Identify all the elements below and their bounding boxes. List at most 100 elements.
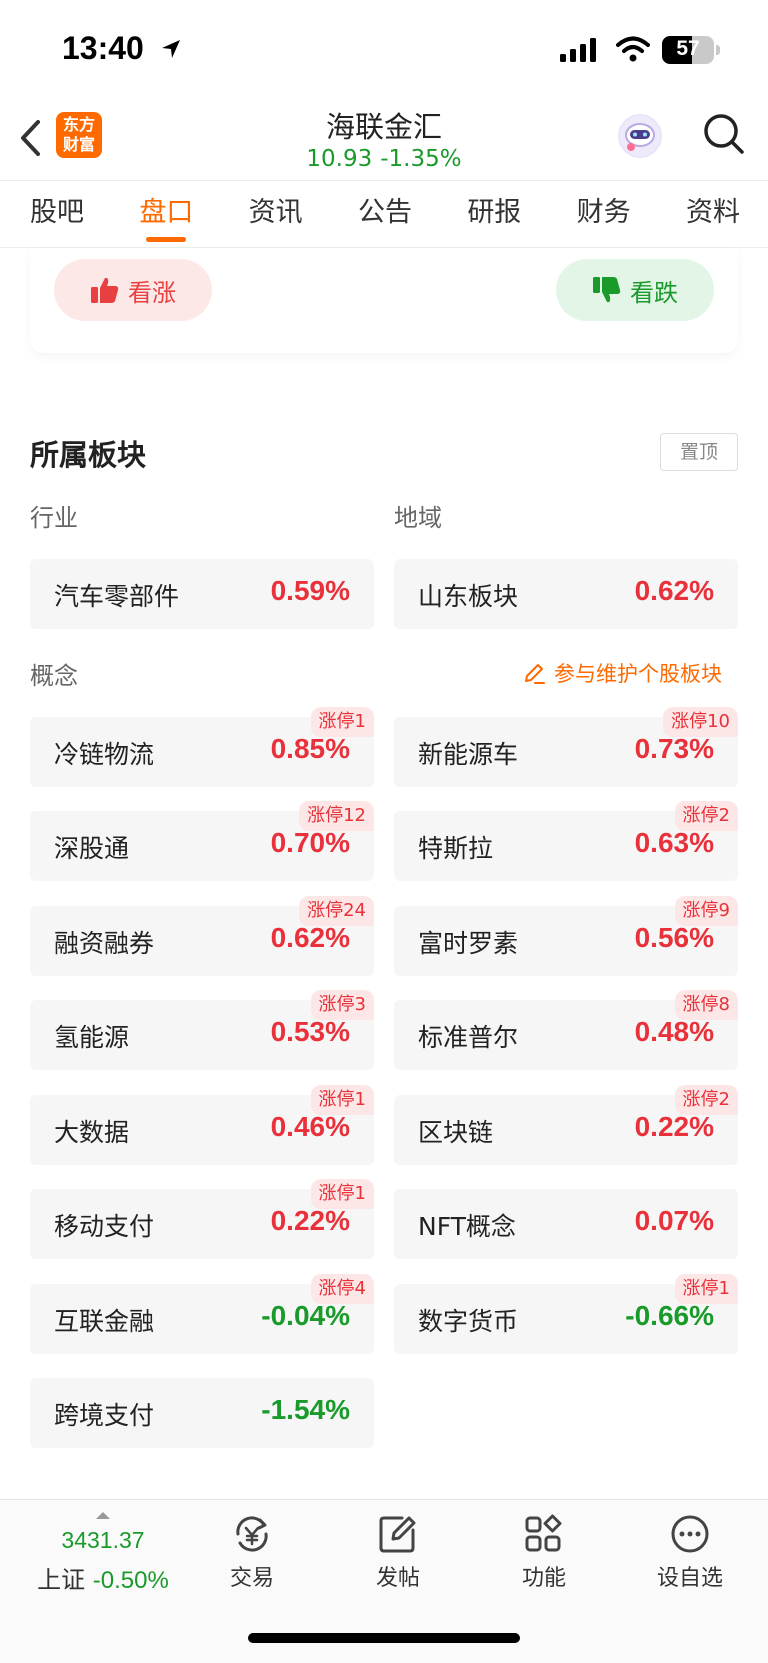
nav-label: 设自选 (656, 1566, 723, 1591)
tab-pankou[interactable]: 盘口 (139, 180, 193, 248)
concept-label: 概念 (30, 662, 78, 690)
concept-change: 0.22% (634, 1111, 714, 1142)
concept-change: 0.63% (634, 827, 714, 858)
stock-header: 东方 财富 海联金汇 10.93 -1.35% (0, 100, 768, 180)
shanghai-index-ticker[interactable]: 3431.37 上证 -0.50% (28, 1512, 178, 1595)
concept-card[interactable]: 涨停12 深股通 0.70% (30, 801, 374, 881)
concept-change: 0.48% (634, 1016, 714, 1047)
concept-card[interactable]: 涨停1 移动支付 0.22% (30, 1179, 374, 1259)
region-label: 地域 (394, 504, 442, 532)
concept-change: -0.04% (261, 1300, 350, 1331)
concept-card[interactable]: 涨停2 特斯拉 0.63% (394, 801, 738, 881)
tab-finance[interactable]: 财务 (577, 180, 631, 248)
region-card[interactable]: 山东板块 0.62% (394, 559, 738, 629)
concept-change: 0.70% (270, 827, 350, 858)
concept-name: NFT概念 (418, 1212, 516, 1241)
nav-label: 交易 (229, 1566, 274, 1591)
nav-add-watchlist[interactable]: 设自选 (630, 1514, 750, 1592)
tab-profile[interactable]: 资料 (686, 180, 740, 248)
concept-name: 融资融券 (54, 929, 155, 958)
stock-change: -1.35% (380, 146, 462, 172)
concept-change: 0.07% (634, 1205, 714, 1236)
concept-name: 深股通 (54, 834, 130, 863)
location-arrow-icon (162, 40, 180, 58)
industry-card[interactable]: 汽车零部件 0.59% (30, 559, 374, 629)
bullish-label: 看涨 (128, 278, 176, 307)
nav-label: 功能 (521, 1566, 566, 1591)
battery-indicator: 57 (662, 36, 714, 64)
concept-name: 移动支付 (54, 1212, 155, 1241)
concept-card[interactable]: 涨停1 数字货币 -0.66% (394, 1274, 738, 1354)
index-name: 上证 (37, 1566, 86, 1594)
concept-change: 0.53% (270, 1016, 350, 1047)
concept-card[interactable]: 涨停8 标准普尔 0.48% (394, 990, 738, 1070)
more-icon (671, 1515, 709, 1553)
concept-name: 数字货币 (418, 1307, 519, 1336)
concept-change: 0.85% (270, 733, 350, 764)
concept-change: -1.54% (261, 1394, 350, 1425)
tab-research[interactable]: 研报 (467, 180, 521, 248)
cellular-signal-icon (560, 38, 596, 62)
concept-card[interactable]: 涨停1 冷链物流 0.85% (30, 707, 374, 787)
maintain-sectors-link[interactable]: 参与维护个股板块 (522, 658, 722, 688)
thumbs-down-icon (593, 277, 621, 303)
concept-change: -0.66% (625, 1300, 714, 1331)
sector-change: 0.59% (270, 575, 350, 606)
concept-name: 特斯拉 (418, 834, 494, 863)
concept-change: 0.22% (270, 1205, 350, 1236)
sector-section-title: 所属板块 (30, 438, 147, 472)
concept-name: 区块链 (418, 1118, 494, 1147)
stock-price: 10.93 (306, 146, 373, 172)
concept-name: 互联金融 (54, 1307, 155, 1336)
concept-change: 0.73% (634, 733, 714, 764)
expand-up-icon (96, 1512, 110, 1519)
index-value: 3431.37 (61, 1527, 145, 1553)
concept-card[interactable]: 涨停9 富时罗素 0.56% (394, 896, 738, 976)
sector-name: 山东板块 (418, 582, 519, 611)
index-change: -0.50% (92, 1567, 169, 1594)
concept-card[interactable]: 跨境支付 -1.54% (30, 1378, 374, 1448)
nav-functions[interactable]: 功能 (484, 1514, 604, 1592)
search-icon[interactable] (702, 112, 746, 156)
apps-icon (525, 1514, 562, 1552)
nav-trade[interactable]: 交易 (192, 1514, 312, 1592)
concept-card[interactable]: NFT概念 0.07% (394, 1189, 738, 1259)
concept-card[interactable]: 涨停4 互联金融 -0.04% (30, 1274, 374, 1354)
edit-pencil-icon (525, 664, 545, 684)
concept-name: 冷链物流 (54, 740, 155, 769)
battery-tip (716, 45, 720, 55)
concept-card[interactable]: 涨停24 融资融券 0.62% (30, 896, 374, 976)
nav-post[interactable]: 发帖 (338, 1514, 458, 1592)
robot-avatar-icon[interactable] (618, 114, 662, 158)
concept-card[interactable]: 涨停1 大数据 0.46% (30, 1085, 374, 1165)
tab-bar: 股吧 盘口 资讯 公告 研报 财务 资料 (0, 180, 768, 248)
pin-top-button[interactable]: 置顶 (660, 433, 738, 471)
concept-name: 富时罗素 (418, 929, 519, 958)
concept-name: 大数据 (54, 1118, 130, 1147)
concept-change: 0.62% (270, 922, 350, 953)
bearish-label: 看跌 (630, 278, 678, 307)
tab-news[interactable]: 资讯 (249, 180, 303, 248)
sector-name: 汽车零部件 (54, 582, 180, 611)
sector-change: 0.62% (634, 575, 714, 606)
bearish-button[interactable]: 看跌 (556, 259, 714, 321)
tab-guba[interactable]: 股吧 (30, 180, 84, 248)
tab-announcements[interactable]: 公告 (358, 180, 412, 248)
home-indicator[interactable] (248, 1633, 520, 1643)
industry-label: 行业 (30, 504, 78, 532)
concept-name: 标准普尔 (418, 1023, 519, 1052)
trade-icon (236, 1516, 268, 1552)
concept-card[interactable]: 涨停3 氢能源 0.53% (30, 990, 374, 1070)
nav-label: 发帖 (375, 1566, 420, 1591)
concept-card[interactable]: 涨停10 新能源车 0.73% (394, 707, 738, 787)
bullish-button[interactable]: 看涨 (54, 259, 212, 321)
concept-name: 氢能源 (54, 1023, 130, 1052)
wifi-icon (616, 36, 650, 62)
concept-name: 跨境支付 (54, 1401, 155, 1430)
status-bar: 13:40 57 (0, 0, 768, 100)
concept-name: 新能源车 (418, 740, 519, 769)
concept-change: 0.56% (634, 922, 714, 953)
status-time: 13:40 (62, 30, 144, 66)
vote-card: 看涨 看跌 (30, 249, 738, 353)
concept-card[interactable]: 涨停2 区块链 0.22% (394, 1085, 738, 1165)
